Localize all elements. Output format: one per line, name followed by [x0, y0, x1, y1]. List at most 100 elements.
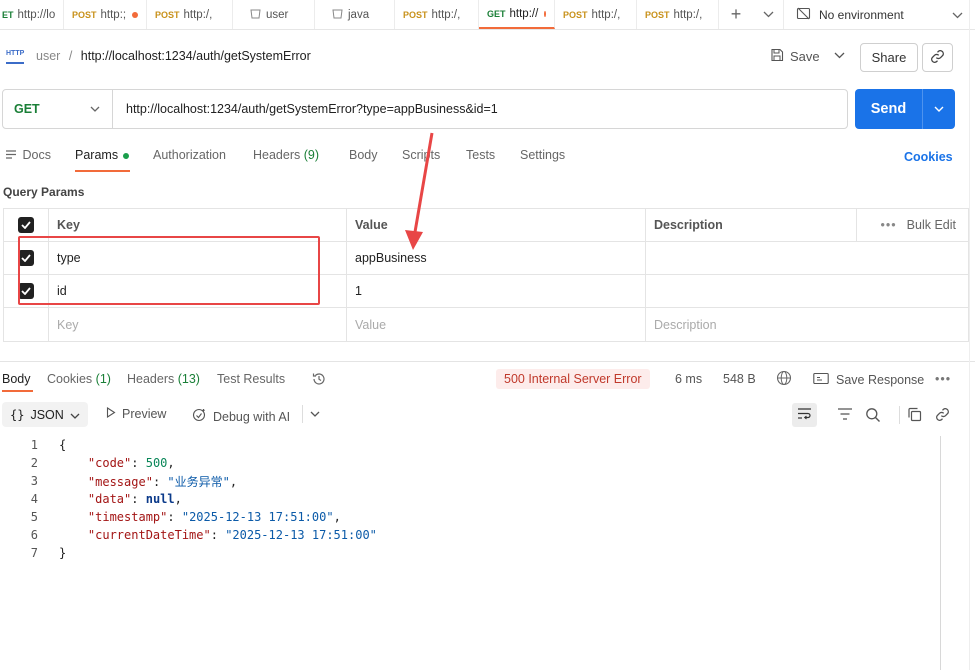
url-input[interactable] [113, 90, 847, 128]
request-tab[interactable]: java [315, 0, 395, 29]
select-all-cell [4, 209, 49, 241]
tab-params[interactable]: Params [75, 148, 130, 162]
more-options-icon[interactable]: ••• [935, 372, 951, 386]
response-tab-body[interactable]: Body [2, 372, 31, 386]
row-checkbox[interactable] [18, 283, 34, 299]
code-line: 5 "timestamp": "2025-12-13 17:51:00", [0, 508, 940, 526]
request-name[interactable]: http://localhost:1234/auth/getSystemErro… [81, 49, 311, 63]
description-header: Description ••• Bulk Edit [646, 209, 968, 242]
copy-icon[interactable] [907, 407, 922, 425]
tab-label: http:/, [431, 8, 461, 21]
tab-settings[interactable]: Settings [520, 148, 565, 162]
request-tab[interactable]: POST http:/, [147, 0, 233, 29]
response-time[interactable]: 6 ms [675, 372, 702, 386]
tab-list-chevron-icon[interactable] [753, 0, 783, 29]
response-cookies-count: (1) [95, 372, 111, 386]
bulk-edit-button[interactable]: ••• Bulk Edit [881, 218, 956, 232]
environment-selector[interactable]: No environment [783, 0, 975, 29]
select-all-checkbox[interactable] [18, 217, 34, 233]
code-text: "message": "业务异常", [87, 474, 238, 489]
param-value-cell[interactable]: 1 [347, 275, 646, 307]
request-tab[interactable]: POST http:/, [555, 0, 637, 29]
share-button[interactable]: Share [860, 43, 918, 72]
code-text: "timestamp": "2025-12-13 17:51:00", [87, 510, 341, 524]
debug-options-chevron-icon[interactable] [302, 405, 320, 423]
send-button[interactable]: Send [855, 89, 955, 129]
tab-label: http:/, [591, 8, 621, 21]
row-checkbox[interactable] [18, 250, 34, 266]
request-tab[interactable]: user [233, 0, 315, 29]
response-size[interactable]: 548 B [723, 372, 756, 386]
preview-button[interactable]: Preview [106, 406, 166, 421]
table-row-empty: Key Value Description [4, 308, 968, 341]
code-line: 1 { [0, 436, 940, 454]
window-scrollbar[interactable] [969, 0, 970, 670]
new-value-input[interactable]: Value [347, 308, 646, 341]
debug-ai-icon [191, 407, 207, 426]
unsaved-dot-icon [544, 10, 546, 17]
tab-authorization[interactable]: Authorization [153, 148, 226, 162]
no-environment-icon [796, 6, 811, 24]
request-tab-active[interactable]: GET http:// [479, 0, 555, 29]
new-key-input[interactable]: Key [49, 308, 347, 341]
filter-icon[interactable] [837, 407, 853, 424]
response-tab-headers[interactable]: Headers (13) [127, 372, 200, 386]
format-selector[interactable]: {} JSON [2, 402, 88, 427]
method-selector[interactable]: GET [3, 90, 113, 128]
breadcrumb-separator: / [68, 49, 73, 63]
code-scrollbar[interactable] [940, 436, 941, 670]
cookies-link[interactable]: Cookies [904, 150, 953, 164]
wrap-lines-icon [797, 407, 812, 423]
search-icon[interactable] [865, 407, 881, 426]
code-text: "currentDateTime": "2025-12-13 17:51:00" [87, 528, 377, 542]
code-line: 7 } [0, 544, 940, 562]
line-number: 7 [30, 546, 38, 560]
param-description-cell[interactable] [646, 275, 968, 307]
request-tab[interactable]: POST http:/, [637, 0, 719, 29]
breadcrumb-parent[interactable]: user [36, 49, 60, 63]
key-header: Key [49, 209, 347, 241]
response-tab-test-results[interactable]: Test Results [217, 372, 285, 386]
braces-icon: {} [10, 407, 25, 422]
table-row: type appBusiness [4, 242, 968, 275]
link-icon[interactable] [935, 407, 950, 425]
tab-method: POST [645, 9, 670, 20]
response-tab-cookies[interactable]: Cookies (1) [47, 372, 111, 386]
new-description-input[interactable]: Description [646, 308, 968, 341]
tab-body[interactable]: Body [349, 148, 378, 162]
new-tab-plus-icon[interactable]: + [719, 0, 753, 29]
row-checkbox-cell [4, 242, 49, 274]
method-label: GET [14, 102, 40, 116]
globe-icon[interactable] [776, 370, 792, 389]
link-icon [930, 49, 945, 67]
response-body-code[interactable]: 1 { 2 "code": 500, 3 "message": "业务异常", … [0, 436, 940, 562]
param-value-cell[interactable]: appBusiness [347, 242, 646, 274]
save-button[interactable]: Save [770, 48, 820, 65]
unsaved-dot-icon [132, 11, 138, 18]
docs-icon [6, 148, 22, 162]
request-section-tabs: Docs Params Authorization Headers (9) Bo… [0, 140, 975, 172]
tab-docs[interactable]: Docs [6, 148, 51, 162]
tab-headers[interactable]: Headers (9) [253, 148, 319, 162]
request-tab[interactable]: POST http:; [64, 0, 147, 29]
param-description-cell[interactable] [646, 242, 968, 274]
tab-tests[interactable]: Tests [466, 148, 495, 162]
history-icon[interactable] [311, 371, 327, 390]
tab-label: http:// [509, 7, 539, 20]
param-key-cell[interactable]: id [49, 275, 347, 307]
more-options-icon[interactable]: ••• [881, 218, 897, 232]
tab-label: user [266, 8, 289, 21]
request-tab[interactable]: POST http:/, [395, 0, 479, 29]
send-options-chevron-icon[interactable] [923, 103, 955, 115]
debug-with-ai-button[interactable]: Debug with AI [191, 407, 290, 426]
tab-scripts[interactable]: Scripts [402, 148, 440, 162]
wrap-lines-button[interactable] [792, 403, 817, 427]
request-tab[interactable]: ET http://lo [0, 0, 64, 29]
save-response-button[interactable]: Save Response [813, 372, 924, 388]
copy-link-button[interactable] [922, 43, 953, 72]
save-options-chevron-icon[interactable] [834, 50, 845, 62]
status-badge[interactable]: 500 Internal Server Error [496, 369, 650, 389]
json-number: 500 [145, 456, 168, 470]
param-key-cell[interactable]: type [49, 242, 347, 274]
json-string: "业务异常" [167, 474, 230, 489]
